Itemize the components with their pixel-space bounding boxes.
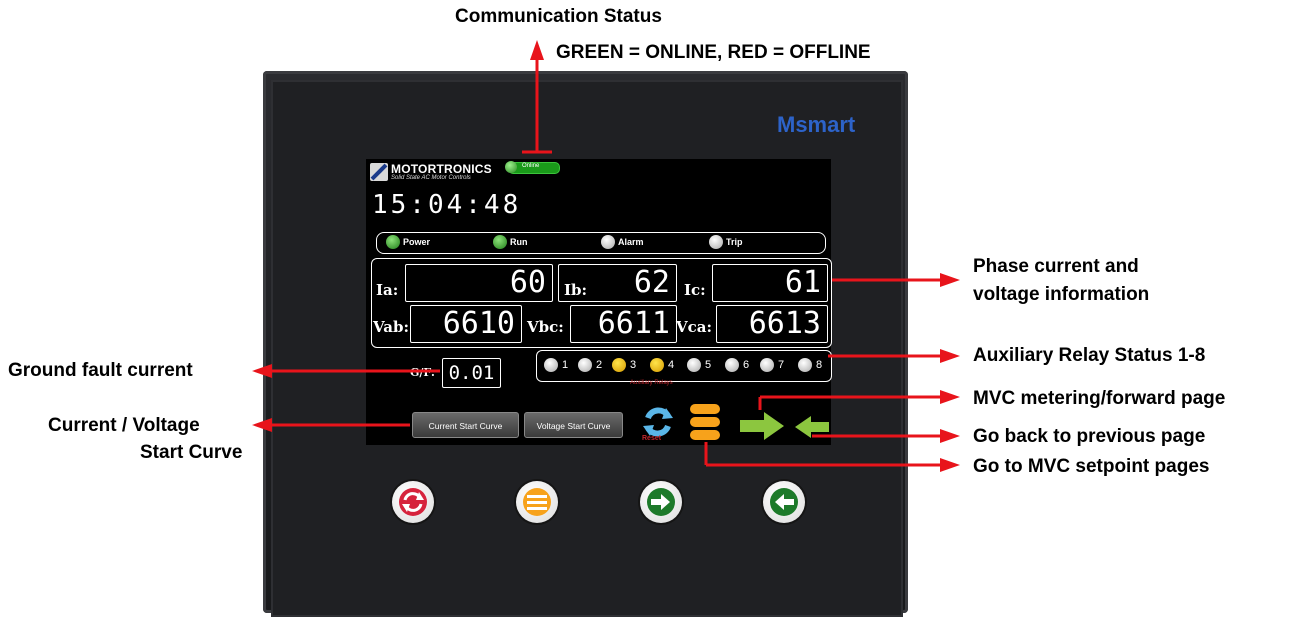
current-label-ia: Ia: (376, 281, 399, 299)
voltage-value-vab: 6610 (410, 305, 522, 343)
ground-fault-value: 0.01 (442, 358, 501, 388)
callout-setpoint: Go to MVC setpoint pages (973, 456, 1210, 477)
relay-1-label: 1 (562, 359, 569, 371)
hw-back-button[interactable] (763, 481, 805, 523)
hw-menu-button[interactable] (516, 481, 558, 523)
back-arrow-icon[interactable] (793, 414, 831, 440)
reset-caption: Reset (642, 435, 662, 442)
relay-5-label: 5 (705, 359, 712, 371)
comm-status-text: Online (522, 163, 540, 169)
relay-6-led-icon (725, 358, 739, 372)
logo-title: MOTORTRONICS (391, 162, 492, 176)
comm-status-led-icon (505, 161, 517, 173)
relay-4-label: 4 (668, 359, 675, 371)
clock-display: 15:04:48 (372, 190, 522, 220)
logo-subtitle: Solid State AC Motor Controls (391, 175, 471, 181)
current-start-curve-button[interactable]: Current Start Curve (412, 412, 519, 438)
callout-mvc-forward: MVC metering/forward page (973, 388, 1226, 409)
current-value-ib: 62 (558, 264, 677, 302)
voltage-label-vbc: Vbc: (527, 318, 564, 336)
aux-relay-caption: Auxiliary Relays (630, 380, 673, 386)
status-label-run: Run (510, 237, 528, 247)
callout-phase-line2: voltage information (973, 284, 1150, 305)
voltage-label-vca: Vca: (676, 318, 713, 336)
status-label-alarm: Alarm (618, 237, 644, 247)
alarm-led-icon (601, 235, 615, 249)
relay-3-led-icon (612, 358, 626, 372)
brand-logo: Msmart (777, 112, 856, 137)
relay-8-label: 8 (816, 359, 823, 371)
current-value-ia: 60 (405, 264, 553, 302)
relay-7-label: 7 (778, 359, 785, 371)
hw-reset-button[interactable] (392, 481, 434, 523)
relay-4-led-icon (650, 358, 664, 372)
voltage-start-curve-button[interactable]: Voltage Start Curve (524, 412, 623, 438)
callout-aux-relay: Auxiliary Relay Status 1-8 (973, 345, 1206, 366)
callout-comm-detail: GREEN = ONLINE, RED = OFFLINE (556, 42, 871, 63)
status-label-power: Power (403, 237, 431, 247)
relay-2-label: 2 (596, 359, 603, 371)
callout-ground-fault: Ground fault current (8, 360, 193, 381)
run-led-icon (493, 235, 507, 249)
callout-curve-line2: Start Curve (140, 442, 243, 463)
motortronics-logo-icon (370, 163, 388, 181)
relay-3-label: 3 (630, 359, 637, 371)
hw-forward-button[interactable] (640, 481, 682, 523)
power-led-icon (386, 235, 400, 249)
voltage-label-vab: Vab: (373, 318, 410, 336)
ground-fault-label: G/F: (410, 366, 435, 379)
callout-curve-line1: Current / Voltage (48, 415, 200, 436)
callout-go-back: Go back to previous page (973, 426, 1206, 447)
relay-7-led-icon (760, 358, 774, 372)
callout-comm-title: Communication Status (455, 6, 662, 27)
relay-1-led-icon (544, 358, 558, 372)
callout-phase-line1: Phase current and (973, 256, 1139, 277)
status-label-trip: Trip (726, 237, 743, 247)
trip-led-icon (709, 235, 723, 249)
relay-6-label: 6 (743, 359, 750, 371)
menu-icon[interactable] (688, 402, 722, 442)
relay-2-led-icon (578, 358, 592, 372)
voltage-value-vbc: 6611 (570, 305, 677, 343)
forward-arrow-icon[interactable] (738, 410, 786, 442)
relay-8-led-icon (798, 358, 812, 372)
voltage-value-vca: 6613 (716, 305, 828, 343)
current-value-ic: 61 (712, 264, 828, 302)
relay-5-led-icon (687, 358, 701, 372)
current-label-ic: Ic: (684, 281, 706, 299)
